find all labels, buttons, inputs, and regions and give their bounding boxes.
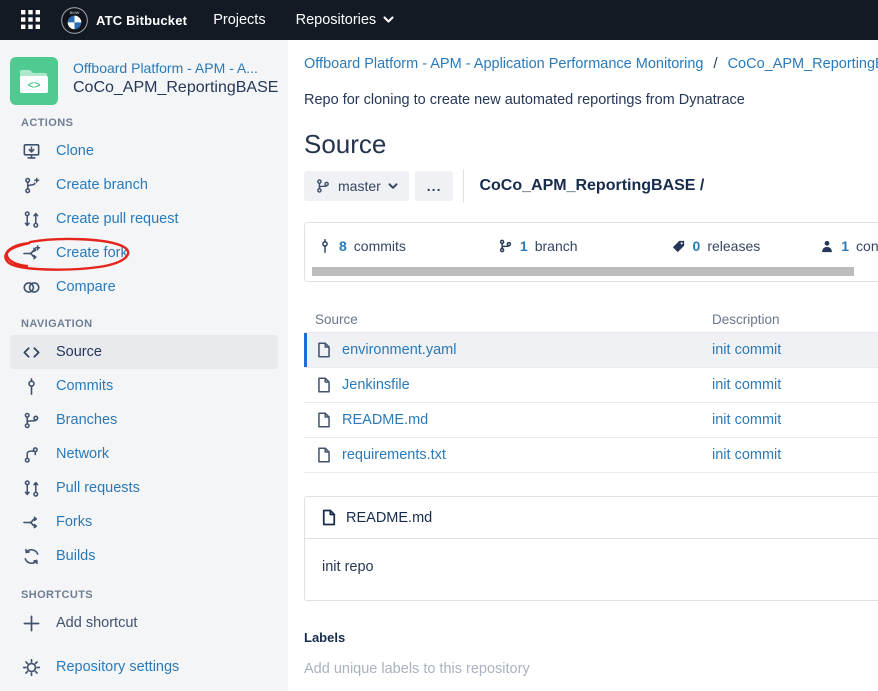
main-content: Offboard Platform - APM - Application Pe… <box>288 40 878 691</box>
branch-create-icon <box>21 175 41 195</box>
breadcrumb-project-link[interactable]: Offboard Platform - APM - Application Pe… <box>304 56 703 72</box>
section-title-actions: ACTIONS <box>21 117 288 130</box>
commit-message-link[interactable]: init commit <box>712 412 781 428</box>
file-link[interactable]: requirements.txt <box>342 447 446 463</box>
sidebar-item-create-branch[interactable]: Create branch <box>10 168 278 202</box>
page-title: Source <box>304 129 878 159</box>
file-icon <box>317 377 331 393</box>
horizontal-scrollbar[interactable] <box>312 267 854 276</box>
pull-request-icon <box>21 209 41 229</box>
readme-content: init repo <box>305 539 878 600</box>
stat-branches[interactable]: 1 branch <box>498 238 578 254</box>
repo-avatar[interactable]: <> <box>10 57 58 105</box>
tag-icon <box>671 239 686 254</box>
section-title-navigation: NAVIGATION <box>21 318 288 331</box>
column-description: Description <box>712 312 780 327</box>
plus-icon <box>21 613 41 633</box>
fork-icon <box>21 512 41 532</box>
network-icon <box>21 444 41 464</box>
repo-header: <> Offboard Platform - APM - A... CoCo_A… <box>0 57 288 105</box>
breadcrumb-repo-link[interactable]: CoCo_APM_ReportingBASE <box>728 56 878 72</box>
current-path: CoCo_APM_ReportingBASE / <box>479 177 704 195</box>
sidebar-item-commits[interactable]: Commits <box>10 369 278 403</box>
sidebar-item-forks[interactable]: Forks <box>10 505 278 539</box>
commit-icon <box>21 376 41 396</box>
app-switcher-grid-icon[interactable] <box>21 10 41 30</box>
bitbucket-home-link[interactable]: BMW ATC Bitbucket <box>61 7 187 34</box>
commit-message-link[interactable]: init commit <box>712 447 781 463</box>
nav-repositories[interactable]: Repositories <box>296 12 395 28</box>
branch-icon <box>498 238 513 254</box>
stat-commits[interactable]: 8 commits <box>318 238 406 254</box>
sidebar-item-add-shortcut[interactable]: Add shortcut <box>10 606 278 640</box>
sidebar-item-repository-settings[interactable]: Repository settings <box>10 650 278 684</box>
clone-icon <box>21 141 41 161</box>
bmw-logo-icon: BMW <box>61 7 88 34</box>
sidebar-item-source[interactable]: Source <box>10 335 278 369</box>
commit-icon <box>318 238 332 254</box>
nav-projects[interactable]: Projects <box>213 12 265 28</box>
more-actions-button[interactable]: ... <box>415 171 454 201</box>
file-link[interactable]: README.md <box>342 412 428 428</box>
labels-placeholder[interactable]: Add unique labels to this repository <box>304 661 878 677</box>
table-row[interactable]: environment.yaml init commit <box>304 333 878 368</box>
breadcrumb-separator: / <box>714 56 718 72</box>
breadcrumb: Offboard Platform - APM - Application Pe… <box>304 56 878 72</box>
sidebar-item-branches[interactable]: Branches <box>10 403 278 437</box>
column-source: Source <box>304 312 712 327</box>
file-link[interactable]: Jenkinsfile <box>342 377 410 393</box>
branches-icon <box>21 410 41 430</box>
sidebar: <> Offboard Platform - APM - A... CoCo_A… <box>0 40 288 691</box>
readme-header: README.md <box>305 497 878 539</box>
repo-description: Repo for cloning to create new automated… <box>304 92 878 108</box>
repo-stats-bar: 8 commits 1 branch 0 releases <box>304 222 878 282</box>
sidebar-item-clone[interactable]: Clone <box>10 134 278 168</box>
pull-request-icon <box>21 478 41 498</box>
sidebar-repo-name: CoCo_APM_ReportingBASE <box>73 79 276 97</box>
ellipsis-icon: ... <box>427 178 442 194</box>
sidebar-item-builds[interactable]: Builds <box>10 539 278 573</box>
person-icon <box>820 239 834 254</box>
svg-text:BMW: BMW <box>70 10 80 15</box>
fork-icon <box>21 243 41 263</box>
stat-releases[interactable]: 0 releases <box>671 238 761 254</box>
file-link[interactable]: environment.yaml <box>342 342 456 358</box>
file-table: Source Description environment.yaml init… <box>304 307 878 473</box>
topnav: Projects Repositories <box>213 12 394 28</box>
table-row[interactable]: README.md init commit <box>304 403 878 438</box>
builds-icon <box>21 546 41 566</box>
chevron-down-icon <box>388 183 398 190</box>
table-row[interactable]: requirements.txt init commit <box>304 438 878 473</box>
commit-message-link[interactable]: init commit <box>712 377 781 393</box>
sidebar-project-link[interactable]: Offboard Platform - APM - A... <box>73 60 276 76</box>
readme-filename[interactable]: README.md <box>346 510 432 526</box>
branch-selector-button[interactable]: master <box>304 171 409 201</box>
commit-message-link[interactable]: init commit <box>712 342 781 358</box>
svg-text:<>: <> <box>28 80 41 92</box>
branch-icon <box>315 178 331 194</box>
sidebar-item-create-pull-request[interactable]: Create pull request <box>10 202 278 236</box>
sidebar-item-network[interactable]: Network <box>10 437 278 471</box>
file-table-header: Source Description <box>304 307 878 333</box>
section-title-shortcuts: SHORTCUTS <box>21 589 288 602</box>
app-title: ATC Bitbucket <box>96 13 187 28</box>
readme-panel: README.md init repo <box>304 496 878 601</box>
file-icon <box>317 412 331 428</box>
top-navigation-bar: BMW ATC Bitbucket Projects Repositories <box>0 0 878 40</box>
compare-icon <box>21 277 41 297</box>
branch-toolbar: master ... CoCo_APM_ReportingBASE / <box>304 170 878 202</box>
gear-icon <box>21 657 41 677</box>
code-icon <box>21 342 41 362</box>
sidebar-item-create-fork[interactable]: Create fork <box>10 236 278 270</box>
chevron-down-icon <box>383 16 394 24</box>
stat-contributors[interactable]: 1 contributor <box>820 238 878 254</box>
sidebar-item-pull-requests[interactable]: Pull requests <box>10 471 278 505</box>
sidebar-item-compare[interactable]: Compare <box>10 270 278 304</box>
labels-title: Labels <box>304 630 878 645</box>
file-icon <box>317 342 331 358</box>
file-icon <box>322 509 336 526</box>
toolbar-divider <box>463 169 464 203</box>
file-icon <box>317 447 331 463</box>
table-row[interactable]: Jenkinsfile init commit <box>304 368 878 403</box>
